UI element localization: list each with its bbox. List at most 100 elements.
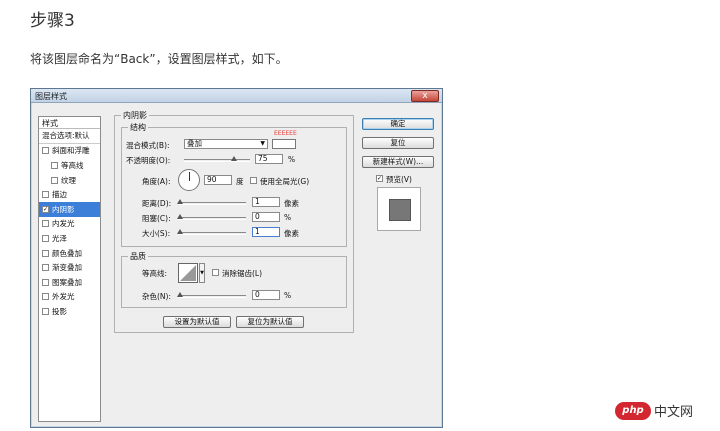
- article-title: 步骤3: [30, 11, 75, 31]
- style-item-label: 等高线: [61, 160, 84, 170]
- style-item-label: 内发光: [52, 219, 75, 229]
- reset-default-button[interactable]: 复位为默认值: [236, 316, 304, 328]
- close-button[interactable]: x: [411, 90, 439, 102]
- article-instruction: 将该图层命名为“Back”，设置图层样式，如下。: [30, 52, 288, 66]
- style-item-label: 投影: [52, 306, 67, 316]
- noise-slider-thumb[interactable]: [177, 292, 183, 297]
- preview-label: 预览(V): [386, 175, 412, 184]
- antialias-checkbox[interactable]: [212, 269, 219, 276]
- angle-label: 角度(A):: [142, 177, 171, 186]
- blend-mode-label: 混合模式(B):: [126, 141, 170, 150]
- chevron-down-icon: ▼: [200, 270, 204, 276]
- style-item-label: 颜色叠加: [52, 248, 82, 258]
- php-logo: php: [615, 401, 651, 420]
- style-item-label: 混合选项:默认: [42, 131, 90, 141]
- style-item-label: 描边: [52, 190, 67, 200]
- contour-dropdown[interactable]: ▼: [199, 263, 205, 283]
- angle-input[interactable]: 90: [204, 175, 232, 185]
- global-light-checkbox[interactable]: [250, 177, 257, 184]
- inner-shadow-title: 内阴影: [121, 110, 149, 121]
- style-item[interactable]: 颜色叠加: [39, 246, 100, 261]
- make-default-button[interactable]: 设置为默认值: [163, 316, 231, 328]
- size-input[interactable]: 1: [252, 227, 280, 237]
- style-item-label: 光泽: [52, 233, 67, 243]
- choke-slider-thumb[interactable]: [177, 214, 183, 219]
- contour-preview[interactable]: [178, 263, 198, 283]
- preview-thumbnail: [389, 199, 411, 221]
- shadow-color-hex: EEEEEE: [274, 130, 297, 137]
- style-item[interactable]: 纹理: [39, 173, 100, 188]
- shadow-color-swatch[interactable]: [272, 139, 296, 149]
- cancel-button[interactable]: 复位: [362, 137, 434, 149]
- layer-style-dialog: 图层样式 x 样式 混合选项:默认 斜面和浮雕 等高线 纹理 描边 ✓ 内阴影 内发光 光泽 颜色…: [30, 88, 443, 428]
- style-item-checkbox[interactable]: [42, 249, 49, 257]
- size-unit: 像素: [284, 229, 299, 238]
- style-item-checkbox[interactable]: [42, 220, 49, 228]
- size-label: 大小(S):: [142, 229, 171, 238]
- style-item[interactable]: 投影: [39, 304, 100, 319]
- opacity-percent: %: [288, 155, 296, 164]
- distance-label: 距离(D):: [142, 199, 172, 208]
- opacity-slider-thumb[interactable]: [230, 156, 237, 161]
- style-item-label: 斜面和浮雕: [52, 146, 90, 156]
- style-item[interactable]: 光泽: [39, 231, 100, 246]
- styles-list: 样式 混合选项:默认 斜面和浮雕 等高线 纹理 描边 ✓ 内阴影 内发光 光泽 颜色叠加 渐变叠加图…: [38, 116, 101, 422]
- distance-input[interactable]: 1: [252, 197, 280, 207]
- preview-checkbox[interactable]: ✓: [376, 175, 383, 182]
- structure-title: 结构: [128, 122, 148, 133]
- choke-input[interactable]: 0: [252, 212, 280, 222]
- style-item-checkbox[interactable]: ✓: [42, 205, 49, 213]
- noise-percent: %: [284, 291, 292, 300]
- new-style-button[interactable]: 新建样式(W)...: [362, 156, 434, 168]
- noise-slider[interactable]: [177, 292, 246, 298]
- quality-title: 品质: [128, 251, 148, 262]
- style-preview: [377, 187, 421, 231]
- style-item[interactable]: 斜面和浮雕: [39, 144, 100, 159]
- style-item-checkbox[interactable]: [42, 307, 49, 315]
- style-item[interactable]: 图案叠加: [39, 275, 100, 290]
- style-item-checkbox[interactable]: [42, 264, 49, 272]
- size-slider-thumb[interactable]: [177, 229, 183, 234]
- opacity-input[interactable]: 75: [255, 154, 283, 164]
- structure-group: 结构 混合模式(B): 叠加 ▼ EEEEEE 不透明度(O): 75 % 角度…: [121, 122, 347, 247]
- style-item[interactable]: 描边: [39, 187, 100, 202]
- choke-percent: %: [284, 213, 292, 222]
- global-light-label: 使用全局光(G): [260, 177, 310, 186]
- style-item-label: 渐变叠加: [52, 263, 82, 273]
- style-item[interactable]: ✓ 内阴影: [39, 201, 100, 217]
- angle-unit: 度: [236, 177, 244, 186]
- site-name: 中文网: [654, 405, 694, 420]
- close-icon: x: [422, 91, 428, 101]
- inner-shadow-group: 内阴影 结构 混合模式(B): 叠加 ▼ EEEEEE 不透明度(O): 75 …: [114, 110, 354, 333]
- style-item[interactable]: 渐变叠加: [39, 260, 100, 275]
- noise-input[interactable]: 0: [252, 290, 280, 300]
- choke-slider[interactable]: [177, 214, 246, 220]
- style-item-checkbox[interactable]: [42, 278, 49, 286]
- style-item-checkbox[interactable]: [42, 234, 49, 242]
- quality-group: 品质 等高线: ▼ 消除锯齿(L) 杂色(N): 0 %: [121, 251, 347, 308]
- style-item-checkbox[interactable]: [42, 293, 49, 301]
- ok-button[interactable]: 确定: [362, 118, 434, 130]
- style-item[interactable]: 内发光: [39, 217, 100, 232]
- style-item-label: 内阴影: [52, 204, 75, 214]
- distance-slider-thumb[interactable]: [177, 199, 183, 204]
- angle-dial[interactable]: [178, 169, 200, 191]
- site-watermark: php 中文网: [615, 401, 693, 420]
- blend-mode-select[interactable]: 叠加 ▼: [184, 139, 268, 149]
- style-item[interactable]: 等高线: [39, 158, 100, 173]
- style-item-label: 图案叠加: [52, 277, 82, 287]
- style-item-label: 纹理: [61, 175, 76, 185]
- dialog-titlebar: 图层样式 x: [31, 89, 442, 103]
- opacity-slider[interactable]: [184, 156, 250, 162]
- opacity-label: 不透明度(O):: [126, 156, 171, 165]
- style-item[interactable]: 混合选项:默认: [39, 129, 100, 144]
- style-item-checkbox[interactable]: [42, 191, 49, 199]
- style-item[interactable]: 外发光: [39, 290, 100, 305]
- size-slider[interactable]: [177, 229, 246, 235]
- dialog-title: 图层样式: [35, 92, 67, 101]
- contour-label: 等高线:: [142, 269, 168, 278]
- style-item-checkbox[interactable]: [51, 176, 58, 184]
- distance-slider[interactable]: [177, 199, 246, 205]
- style-item-checkbox[interactable]: [51, 161, 58, 169]
- style-item-checkbox[interactable]: [42, 147, 49, 155]
